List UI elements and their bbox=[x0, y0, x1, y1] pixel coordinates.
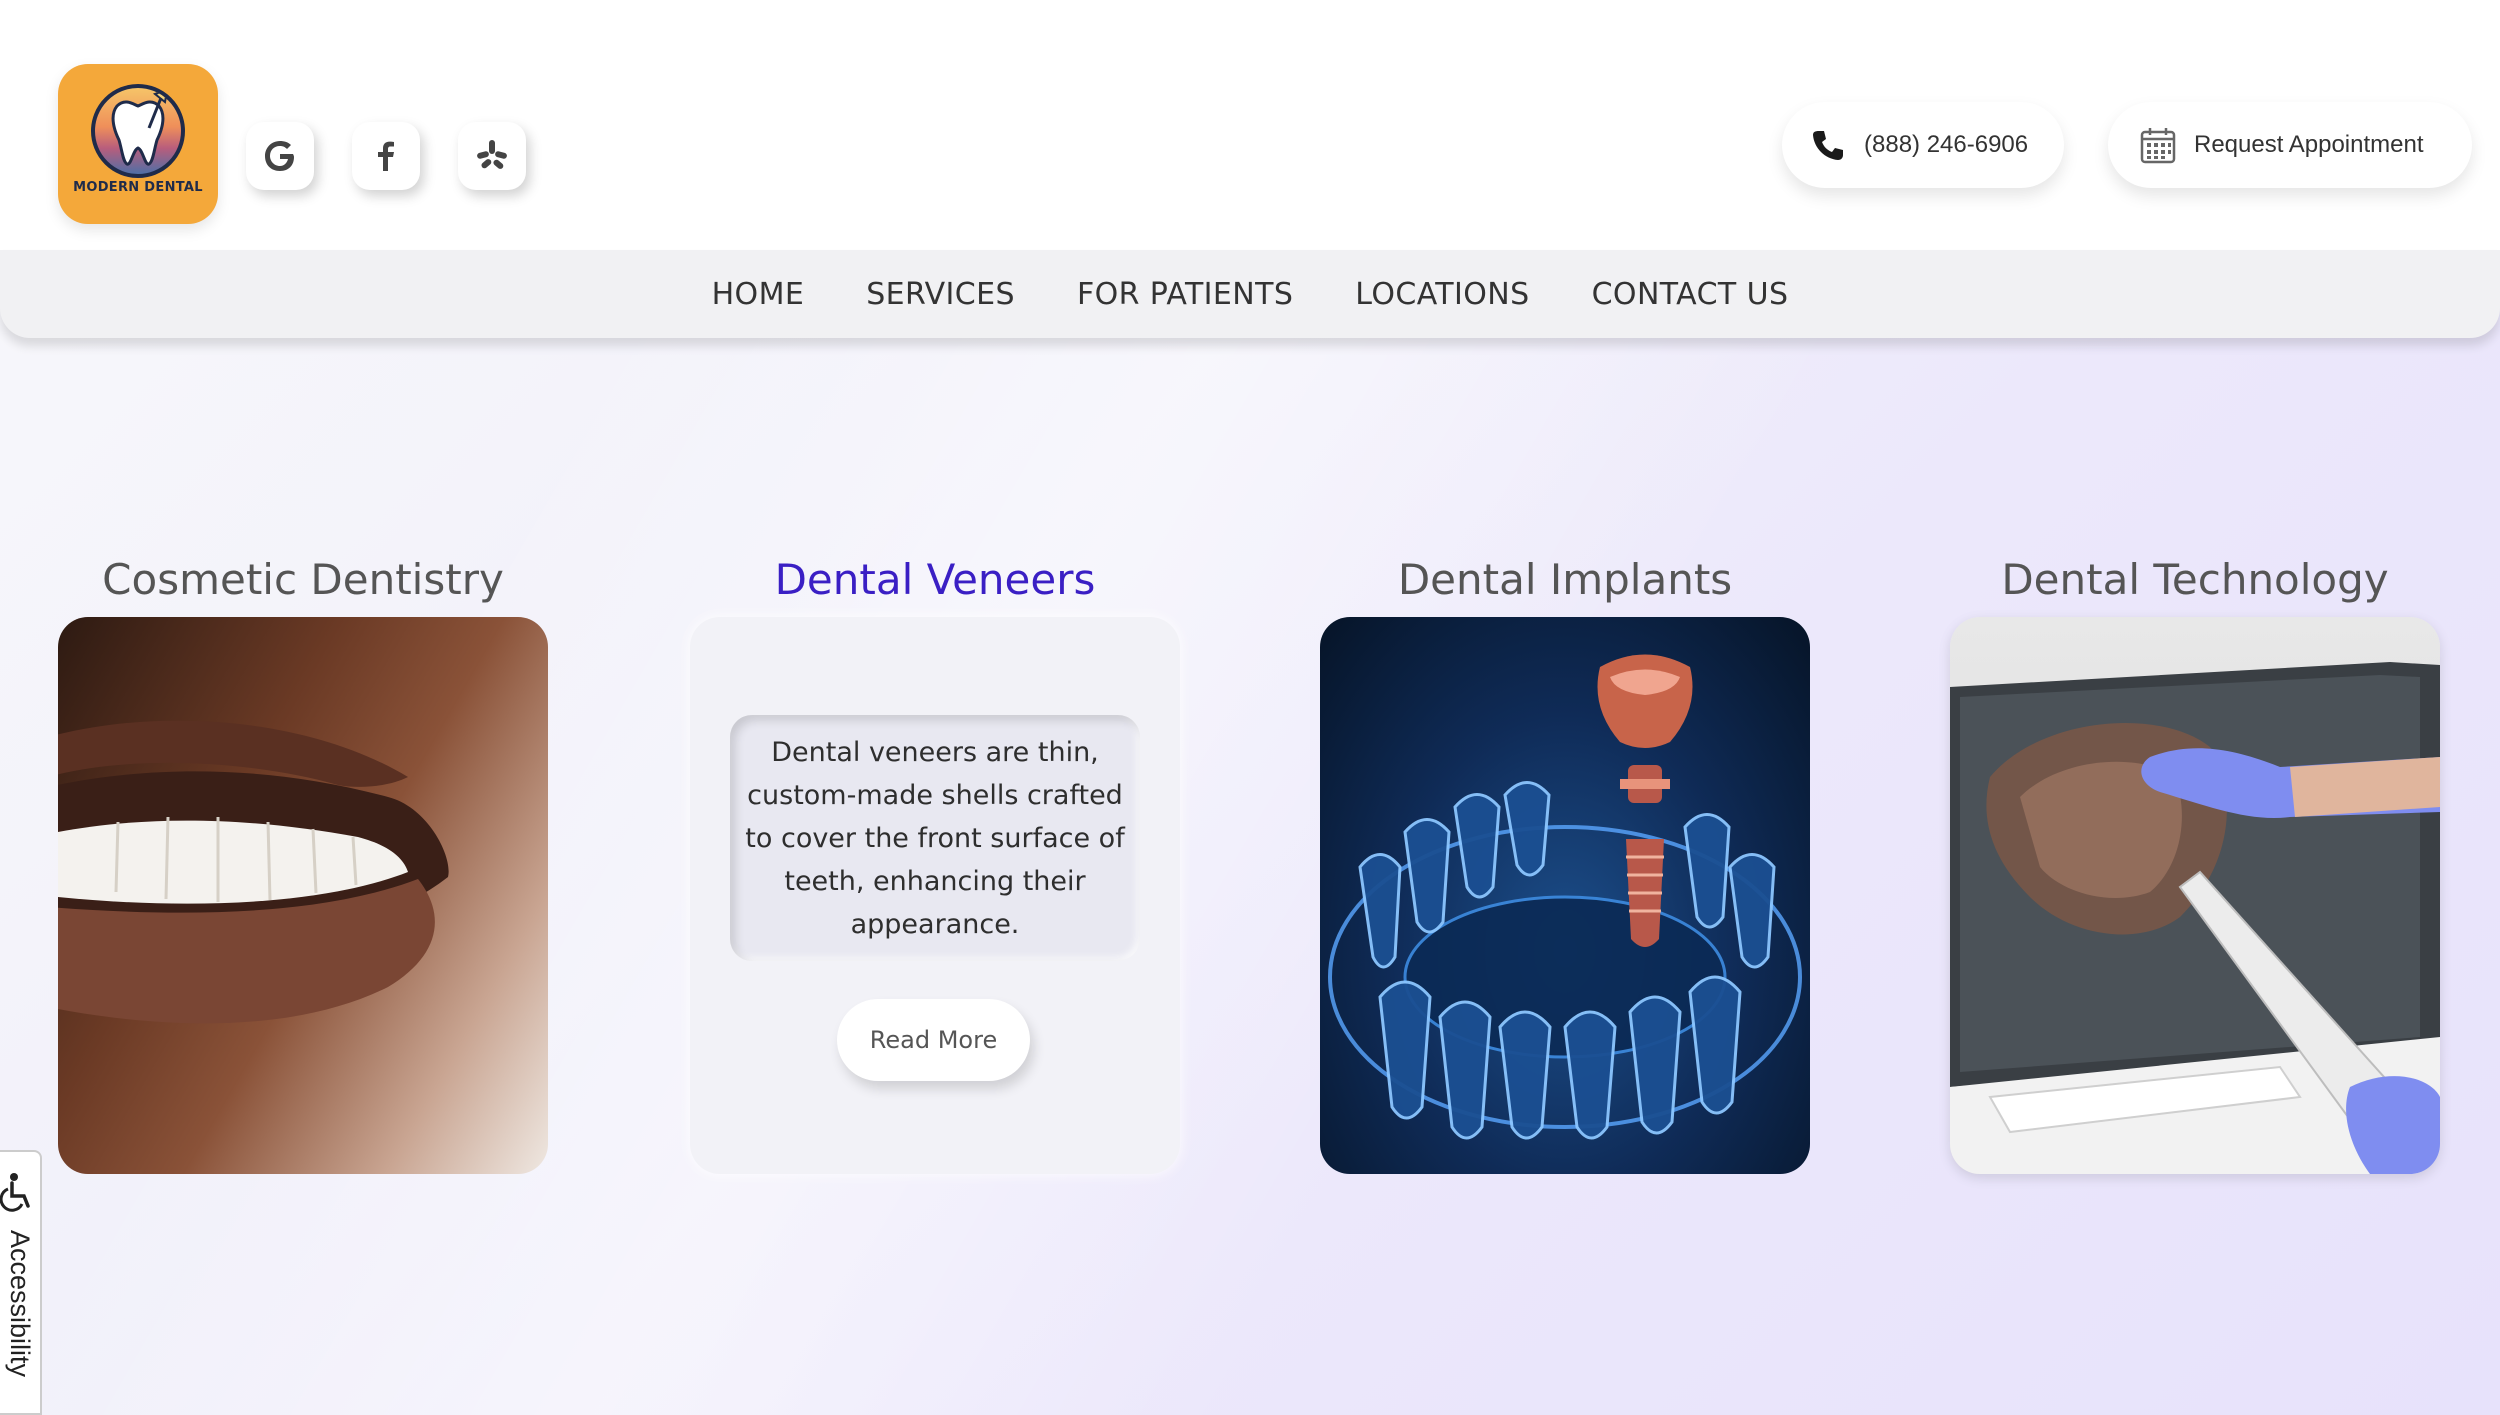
facebook-icon[interactable] bbox=[352, 122, 420, 190]
dental-technology-card[interactable] bbox=[1950, 617, 2440, 1174]
dental-implants-card[interactable] bbox=[1320, 617, 1810, 1174]
phone-number: (888) 246-6906 bbox=[1864, 131, 2029, 158]
google-icon[interactable] bbox=[246, 122, 314, 190]
implant-xray-illustration bbox=[1328, 654, 1802, 1140]
card-title-cosmetic-dentistry[interactable]: Cosmetic Dentistry bbox=[43, 555, 563, 604]
nav-home[interactable]: HOME bbox=[712, 277, 805, 312]
card-title-dental-implants[interactable]: Dental Implants bbox=[1305, 555, 1825, 604]
wheelchair-icon bbox=[0, 1173, 30, 1212]
intraoral-scanner-photo bbox=[1950, 662, 2440, 1174]
card-title-dental-veneers[interactable]: Dental Veneers bbox=[675, 555, 1195, 604]
logo-text: MODERN DENTAL bbox=[73, 180, 203, 195]
site-header: MODERN DENTAL (888) 246-6906 Request App… bbox=[0, 0, 2500, 250]
veneers-description: Dental veneers are thin, custom-made she… bbox=[730, 715, 1140, 961]
calendar-icon bbox=[2140, 128, 2176, 164]
logo[interactable]: MODERN DENTAL bbox=[58, 64, 218, 224]
request-appointment-button[interactable]: Request Appointment bbox=[2108, 102, 2472, 188]
card-title-dental-technology[interactable]: Dental Technology bbox=[1935, 555, 2455, 604]
accessibility-tab[interactable]: Accessibility bbox=[0, 1150, 42, 1415]
cosmetic-dentistry-card[interactable] bbox=[58, 617, 548, 1174]
nav-for-patients[interactable]: FOR PATIENTS bbox=[1077, 277, 1293, 312]
nav-contact-us[interactable]: CONTACT US bbox=[1592, 277, 1789, 312]
dental-veneers-card: Dental veneers are thin, custom-made she… bbox=[690, 617, 1180, 1174]
smile-photo bbox=[58, 720, 449, 1024]
yelp-icon[interactable] bbox=[458, 122, 526, 190]
nav-locations[interactable]: LOCATIONS bbox=[1355, 277, 1529, 312]
request-appointment-label: Request Appointment bbox=[2194, 131, 2424, 158]
nav-services[interactable]: SERVICES bbox=[866, 277, 1015, 312]
accessibility-label: Accessibility bbox=[5, 1230, 35, 1378]
read-more-button[interactable]: Read More bbox=[837, 999, 1030, 1081]
phone-button[interactable]: (888) 246-6906 bbox=[1782, 102, 2064, 188]
tooth-logo-icon bbox=[91, 84, 185, 178]
main-nav: HOME SERVICES FOR PATIENTS LOCATIONS CON… bbox=[0, 250, 2500, 338]
phone-icon bbox=[1813, 131, 1843, 160]
